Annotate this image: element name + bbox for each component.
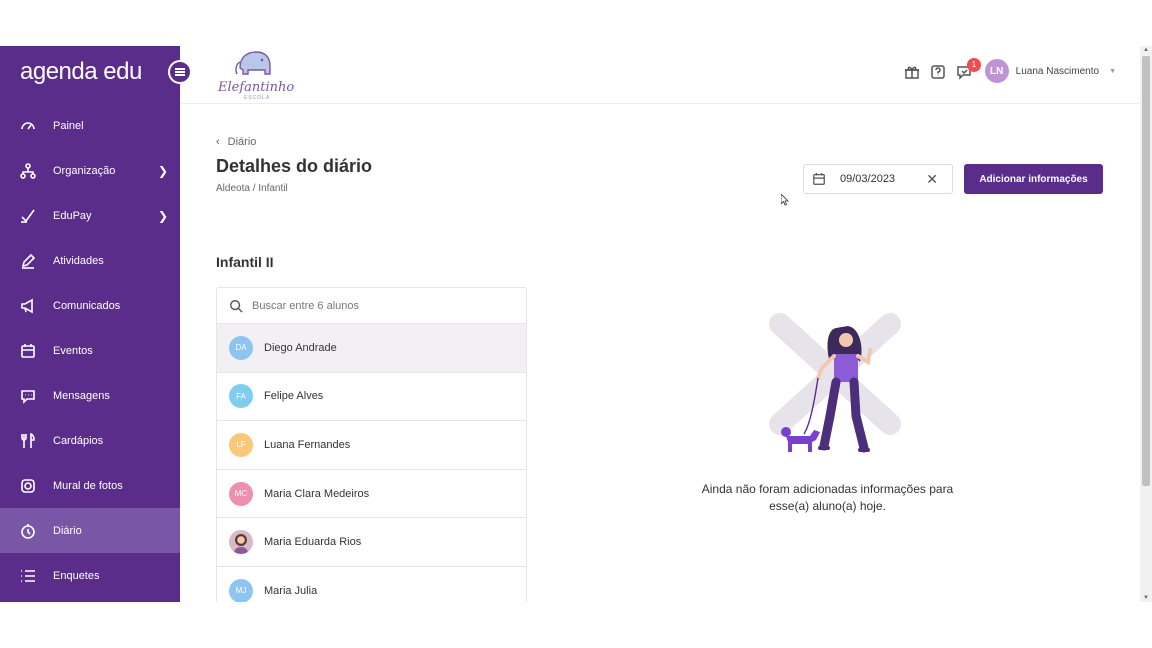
date-picker[interactable]: 09/03/2023 ✕: [803, 164, 953, 194]
school-name: Elefantinho: [218, 80, 295, 95]
sidebar-item-label: EduPay: [53, 209, 92, 222]
sidebar-item-painel[interactable]: Painel: [0, 103, 180, 148]
camera-icon: [20, 478, 36, 494]
sidebar-collapse-button[interactable]: [168, 60, 192, 84]
student-name: Maria Clara Medeiros: [264, 487, 370, 500]
gift-icon[interactable]: [904, 64, 920, 80]
main-content: ‹ Diário Detalhes do diário Aldeota / In…: [180, 104, 1140, 602]
empty-state-illustration: [769, 313, 901, 453]
user-name: Luana Nascimento: [1015, 65, 1100, 77]
empty-state-message: Ainda não foram adicionadas informações …: [701, 482, 954, 513]
menu-icon: [175, 68, 185, 76]
avatar-photo: [229, 530, 253, 555]
megaphone-icon: [20, 298, 36, 314]
sidebar-item-label: Comunicados: [53, 299, 121, 312]
sidebar-item-label: Eventos: [53, 344, 93, 357]
elephant-icon: [235, 51, 271, 75]
avatar: LF: [229, 432, 253, 457]
school-sub: ESCOLA: [244, 95, 271, 101]
scroll-up-icon[interactable]: ▲: [1143, 47, 1149, 53]
clear-date-icon[interactable]: ✕: [926, 171, 938, 188]
avatar: LN: [984, 59, 1009, 83]
sidebar-item-edupay[interactable]: EduPay ❯: [0, 193, 180, 238]
sidebar-item-label: Organização: [53, 164, 116, 177]
topbar: Elefantinho ESCOLA 1 LN Luana Nascimento…: [180, 46, 1140, 104]
org-chart-icon: [20, 162, 36, 179]
student-name: Luana Fernandes: [264, 438, 351, 451]
student-row[interactable]: LF Luana Fernandes: [217, 421, 526, 470]
avatar: DA: [229, 335, 253, 360]
sidebar-item-label: Mensagens: [53, 389, 110, 402]
chevron-right-icon: ❯: [157, 209, 168, 223]
scrollbar-thumb[interactable]: [1142, 56, 1150, 486]
calendar-icon: [813, 172, 825, 185]
unit-path: Aldeota / Infantil: [216, 183, 288, 194]
diary-icon: [20, 523, 36, 539]
sidebar-item-diario[interactable]: Diário: [0, 508, 180, 553]
breadcrumb[interactable]: ‹ Diário: [216, 136, 256, 148]
help-icon[interactable]: [930, 64, 946, 80]
chevron-right-icon: ❯: [157, 164, 168, 178]
chat-icon: [20, 388, 36, 404]
mouse-cursor-icon: [781, 194, 789, 206]
sidebar-item-label: Diário: [53, 524, 82, 537]
avatar: FA: [229, 384, 253, 409]
sidebar: agenda edu Painel Organização ❯ EduPay ❯…: [0, 46, 180, 602]
sidebar-item-label: Atividades: [53, 254, 104, 267]
date-value: 09/03/2023: [840, 173, 896, 185]
page-scrollbar[interactable]: ▲ ▼: [1140, 46, 1152, 602]
student-name: Diego Andrade: [264, 341, 337, 354]
page-title: Detalhes do diário: [216, 156, 373, 176]
student-row[interactable]: MC Maria Clara Medeiros: [217, 470, 526, 519]
avatar: MJ: [229, 578, 253, 602]
student-name: Maria Eduarda Rios: [264, 536, 362, 549]
student-row[interactable]: MJ Maria Julia: [217, 567, 526, 602]
sidebar-item-label: Cardápios: [53, 434, 104, 447]
notifications-icon[interactable]: 1: [956, 58, 981, 80]
person-photo-icon: [234, 534, 248, 555]
brand-text-1: agenda: [20, 58, 98, 85]
sidebar-item-mural-de-fotos[interactable]: Mural de fotos: [0, 463, 180, 508]
brand-text-2: edu: [103, 58, 142, 85]
calendar-icon: [20, 343, 36, 359]
sidebar-item-atividades[interactable]: Atividades: [0, 238, 180, 283]
search-input[interactable]: Buscar entre 6 alunos: [217, 288, 526, 324]
caret-down-icon: ▼: [1109, 67, 1116, 75]
student-row[interactable]: FA Felipe Alves: [217, 373, 526, 422]
sidebar-item-organizacao[interactable]: Organização ❯: [0, 148, 180, 193]
sidebar-item-eventos[interactable]: Eventos: [0, 328, 180, 373]
pencil-icon: [20, 253, 36, 269]
list-icon: [20, 568, 36, 584]
sidebar-item-label: Painel: [53, 119, 84, 132]
add-info-button[interactable]: Adicionar informações: [964, 164, 1103, 194]
student-name: Maria Julia: [264, 584, 318, 597]
sidebar-item-label: Enquetes: [53, 569, 100, 582]
notification-badge: 1: [967, 58, 981, 72]
scroll-down-icon[interactable]: ▼: [1143, 595, 1149, 601]
brand-logo[interactable]: agenda edu: [20, 58, 142, 86]
user-menu[interactable]: LN Luana Nascimento ▼: [984, 59, 1116, 83]
sidebar-nav: Painel Organização ❯ EduPay ❯ Atividades…: [0, 103, 180, 598]
student-row[interactable]: Maria Eduarda Rios: [217, 518, 526, 567]
student-list: Buscar entre 6 alunos DA Diego Andrade F…: [216, 287, 527, 602]
sidebar-item-mensagens[interactable]: Mensagens: [0, 373, 180, 418]
chevron-left-icon: ‹: [216, 136, 220, 148]
search-placeholder: Buscar entre 6 alunos: [252, 299, 360, 312]
gauge-icon: [20, 118, 36, 134]
cutlery-icon: [20, 432, 36, 449]
school-logo[interactable]: Elefantinho ESCOLA: [218, 48, 295, 101]
topbar-icons: 1: [904, 58, 981, 80]
breadcrumb-link[interactable]: Diário: [228, 136, 257, 148]
class-title: Infantil II: [216, 254, 274, 270]
avatar: MC: [229, 481, 253, 506]
check-pay-icon: [20, 208, 36, 224]
app-frame: agenda edu Painel Organização ❯ EduPay ❯…: [0, 46, 1152, 602]
student-name: Felipe Alves: [264, 390, 324, 403]
sidebar-item-comunicados[interactable]: Comunicados: [0, 283, 180, 328]
sidebar-item-enquetes[interactable]: Enquetes: [0, 553, 180, 598]
sidebar-item-label: Mural de fotos: [53, 479, 123, 492]
student-row[interactable]: DA Diego Andrade: [217, 324, 526, 373]
sidebar-item-cardapios[interactable]: Cardápios: [0, 418, 180, 463]
search-icon: [230, 299, 243, 313]
